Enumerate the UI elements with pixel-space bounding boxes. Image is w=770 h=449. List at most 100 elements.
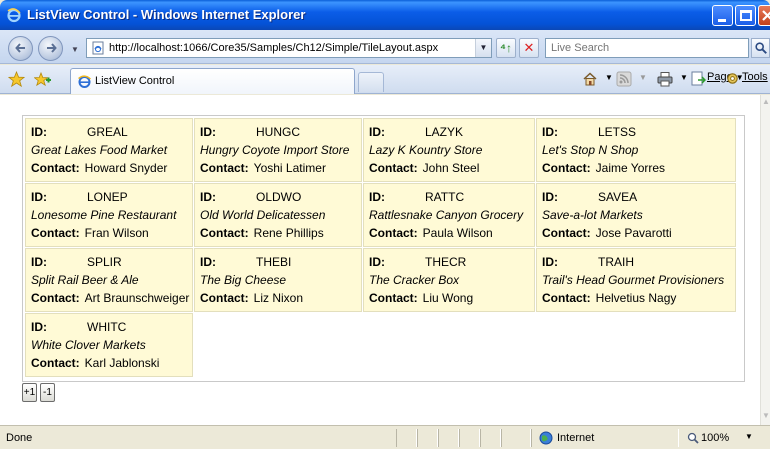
search-button[interactable] [751,38,770,58]
contact-name: Liz Nixon [253,291,304,305]
recent-pages-dropdown-icon[interactable]: ▼ [71,45,79,54]
zoom-level[interactable]: 100% [701,432,729,444]
status-segment [501,429,531,447]
contact-label: Contact: [369,161,418,175]
vertical-scrollbar[interactable]: ▲ ▼ [760,95,770,425]
contact-name: Fran Wilson [84,226,149,240]
status-segment [438,429,459,447]
customer-id-line: ID: HUNGC [200,123,356,141]
tools-menu[interactable]: Tools [725,71,770,89]
status-bar: Done Internet 100% ▼ [0,425,770,449]
contact-label: Contact: [200,291,249,305]
customer-tile: ID: WHITC White Clover Markets Contact: Karl… [25,313,193,377]
customer-id: LETSS [598,125,637,139]
contact-name: John Steel [422,161,480,175]
search-icon [755,42,767,54]
tools-gear-icon [727,73,738,84]
close-button[interactable] [758,5,770,26]
company-name: Save-a-lot Markets [542,208,643,222]
address-url: http://localhost:1066/Core35/Samples/Ch1… [109,42,439,54]
contact-label: Contact: [31,356,80,370]
stop-button[interactable]: ✕ [519,38,539,58]
forward-button[interactable] [38,36,63,61]
search-input[interactable] [546,39,726,57]
status-segment [417,429,438,447]
favorites-center-icon[interactable] [8,71,25,88]
scroll-up-icon[interactable]: ▲ [761,97,770,109]
company-name: Let's Stop N Shop [542,143,639,157]
company-name: Trail's Head Gourmet Provisioners [542,273,725,287]
customer-id: RATTC [425,190,465,204]
internet-zone-icon [539,431,553,445]
print-dropdown-icon[interactable]: ▼ [677,71,688,83]
customer-id-line: ID: WHITC [31,318,187,336]
add-favorites-icon[interactable] [34,71,51,88]
id-label: ID: [542,190,558,204]
plus-one-button[interactable]: +1 [22,383,37,402]
minimize-icon [718,19,726,22]
customer-id-line: ID: OLDWO [200,188,356,206]
customer-tile: ID: HUNGC Hungry Coyote Import Store Contac… [194,118,362,182]
print-icon[interactable] [657,71,673,87]
search-box[interactable] [545,38,749,58]
customer-id: LAZYK [425,125,464,139]
new-tab-button[interactable] [358,72,384,92]
id-label: ID: [200,255,216,269]
contact-name: Jaime Yorres [595,161,666,175]
address-bar[interactable]: http://localhost:1066/Core35/Samples/Ch1… [86,38,492,58]
contact-line: Contact: John Steel [369,159,529,177]
customer-listview: ID: GREAL Great Lakes Food Market Contact: H… [22,115,745,382]
page-menu-icon[interactable] [690,71,706,87]
id-label: ID: [31,190,47,204]
company-name: Great Lakes Food Market [31,143,168,157]
scroll-down-icon[interactable]: ▼ [761,411,770,423]
customer-tile: ID: OLDWO Old World Delicatessen Contact: Re… [194,183,362,247]
contact-line: Contact: Liz Nixon [200,289,356,307]
contact-name: Howard Snyder [84,161,168,175]
tab-listview-control[interactable]: ListView Control [70,68,355,94]
customer-id: TRAIH [598,255,634,269]
zoom-dropdown-icon[interactable]: ▼ [745,432,753,441]
address-dropdown-icon[interactable]: ▼ [475,39,491,57]
company-name: The Big Cheese [200,273,287,287]
customer-id-line: ID: SAVEA [542,188,730,206]
address-toolbar: ▼ http://localhost:1066/Core35/Samples/C… [0,30,770,64]
close-icon [762,10,770,21]
customer-id-line: ID: THEBI [200,253,356,271]
customer-id: THEBI [256,255,292,269]
customer-id: SPLIR [87,255,122,269]
contact-name: Art Braunschweiger [84,291,190,305]
contact-label: Contact: [31,226,80,240]
customer-tile: ID: LETSS Let's Stop N Shop Contact: Jaime Y… [536,118,736,182]
customer-id-line: ID: THECR [369,253,529,271]
contact-label: Contact: [542,161,591,175]
back-button[interactable] [8,36,33,61]
home-dropdown-icon[interactable]: ▼ [602,71,613,83]
id-label: ID: [369,255,385,269]
ie-page-icon [78,75,91,88]
window-titlebar[interactable]: ListView Control - Windows Internet Expl… [0,0,770,30]
home-icon[interactable] [582,71,598,87]
minimize-button[interactable] [712,5,733,26]
security-zone-label: Internet [557,432,595,444]
contact-line: Contact: Liu Wong [369,289,529,307]
id-label: ID: [31,125,47,139]
minus-one-button[interactable]: -1 [40,383,55,402]
contact-name: Yoshi Latimer [253,161,326,175]
refresh-button[interactable]: ⁴↑ [496,38,516,58]
zoom-icon[interactable] [687,432,699,444]
maximize-button[interactable] [735,5,756,26]
customer-tile: ID: LAZYK Lazy K Kountry Store Contact: John… [363,118,535,182]
customer-id: HUNGC [256,125,300,139]
feeds-dropdown-icon[interactable]: ▼ [636,71,647,83]
contact-line: Contact: Rene Phillips [200,224,356,242]
company-name: Lazy K Kountry Store [369,143,483,157]
feeds-icon[interactable] [616,71,632,87]
maximize-icon [740,10,752,21]
contact-label: Contact: [369,226,418,240]
contact-label: Contact: [31,161,80,175]
contact-name: Helvetius Nagy [595,291,677,305]
customer-id-line: ID: RATTC [369,188,529,206]
contact-label: Contact: [542,226,591,240]
stop-icon: ✕ [523,40,535,55]
